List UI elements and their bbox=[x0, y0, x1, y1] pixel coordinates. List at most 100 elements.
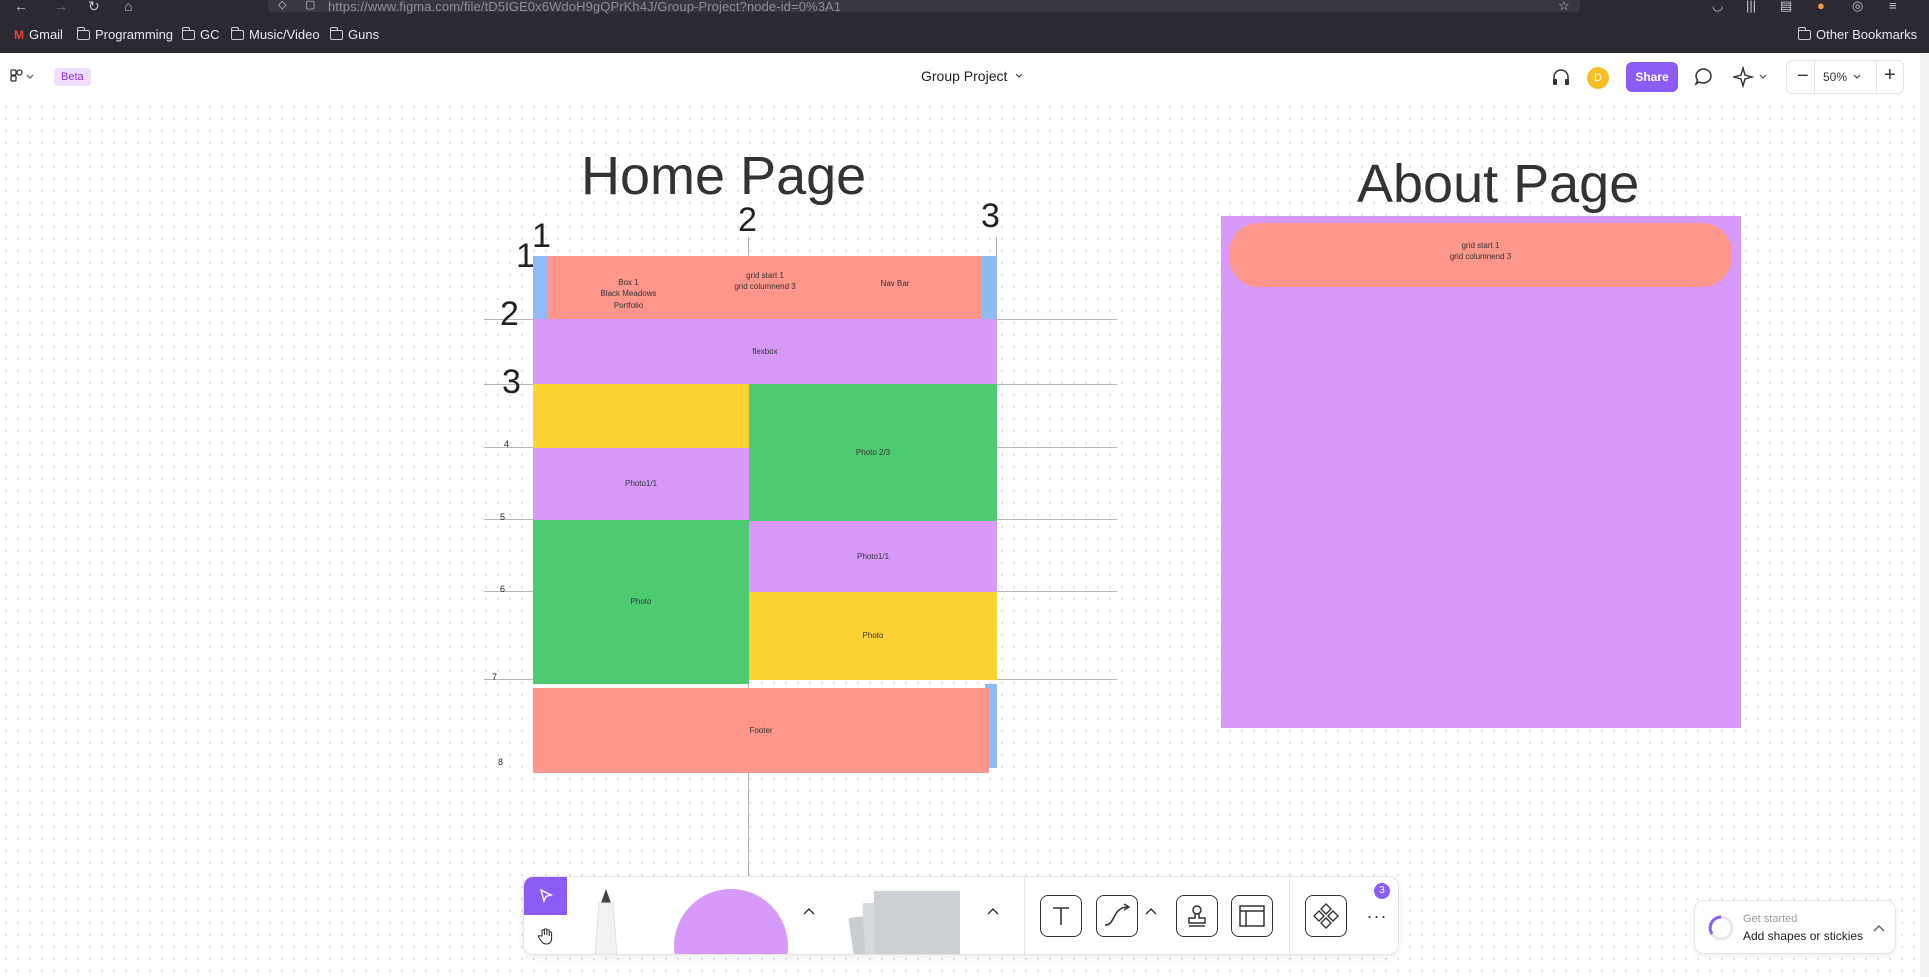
zoom-controls: − 50% + bbox=[1786, 60, 1904, 94]
star-icon[interactable]: ☆ bbox=[1558, 0, 1570, 14]
divider bbox=[1024, 877, 1025, 954]
shape-options-toggle[interactable] bbox=[801, 903, 817, 919]
zoom-in-button[interactable]: + bbox=[1884, 64, 1896, 87]
hint-subtitle: Add shapes or stickies bbox=[1743, 929, 1864, 943]
footer-cell[interactable]: Footer bbox=[533, 688, 989, 773]
hint-title: Get started bbox=[1743, 913, 1798, 925]
menu-icon[interactable]: ≡ bbox=[1889, 0, 1897, 13]
account-icon[interactable]: ◎ bbox=[1852, 0, 1863, 14]
file-title-menu[interactable]: Group Project bbox=[921, 68, 1023, 84]
grid-row-number: 4 bbox=[504, 439, 510, 449]
folder-icon bbox=[329, 26, 343, 40]
nav-bar-label[interactable]: Nav Bar bbox=[855, 277, 935, 291]
shape-tool[interactable] bbox=[674, 889, 788, 954]
photo-1-1-right-cell[interactable]: Photo1/1 bbox=[749, 521, 997, 592]
get-started-panel[interactable]: Get started Add shapes or stickies bbox=[1694, 900, 1896, 954]
grid-row-number: 7 bbox=[492, 672, 498, 682]
folder-icon bbox=[230, 26, 244, 40]
beta-badge: Beta bbox=[54, 68, 91, 86]
share-button[interactable]: Share bbox=[1626, 62, 1678, 92]
cursor-icon bbox=[539, 889, 553, 903]
bookmark-label: Programming bbox=[95, 27, 174, 42]
ai-sparkle-icon[interactable] bbox=[1733, 66, 1769, 88]
bookmark-gmail[interactable]: M Gmail bbox=[14, 27, 63, 42]
text-tool[interactable] bbox=[1040, 895, 1082, 937]
chevron-up-icon[interactable] bbox=[1873, 924, 1885, 932]
move-tool[interactable] bbox=[524, 877, 567, 915]
bookmark-other[interactable]: Other Bookmarks bbox=[1797, 26, 1917, 42]
stamp-tool[interactable] bbox=[1176, 895, 1218, 937]
extension-icon[interactable]: ● bbox=[1817, 0, 1825, 13]
hand-icon bbox=[537, 928, 552, 945]
figma-toolbar: Beta Group Project D Share − 50% + bbox=[0, 53, 1929, 101]
photo-2-3-cell[interactable]: Photo 2/3 bbox=[749, 384, 997, 521]
photo-1-1-left-cell[interactable]: Photo1/1 bbox=[533, 448, 749, 520]
comment-icon[interactable] bbox=[1694, 67, 1714, 87]
sticky-options-toggle[interactable] bbox=[985, 903, 1001, 919]
forward-icon[interactable]: → bbox=[54, 0, 68, 14]
shield-icon[interactable]: ◇ bbox=[278, 0, 286, 11]
folder-icon bbox=[181, 26, 195, 40]
more-tools-button[interactable]: ··· bbox=[1362, 901, 1392, 931]
bookmark-music-video[interactable]: Music/Video bbox=[230, 26, 320, 42]
creation-toolbar: ··· 3 bbox=[523, 876, 1399, 955]
library-icon[interactable]: ||| bbox=[1746, 0, 1756, 13]
connector-tool[interactable] bbox=[1096, 895, 1138, 937]
avatar[interactable]: D bbox=[1587, 67, 1609, 89]
figjam-canvas[interactable]: Home Page 1 2 3 1 2 3 4 5 6 7 8 Box 1 Bl… bbox=[0, 101, 1920, 977]
section-tool[interactable] bbox=[1231, 895, 1273, 937]
grid-column-number: 2 bbox=[738, 201, 757, 239]
components-tool[interactable] bbox=[1305, 895, 1347, 937]
grid-start-label[interactable]: grid start 1 grid columnend 3 bbox=[690, 268, 840, 294]
divider bbox=[1814, 61, 1815, 93]
chevron-down-icon bbox=[1015, 73, 1023, 78]
bookmarks-bar: M Gmail Programming GC Music/Video Guns … bbox=[0, 17, 1929, 53]
grid-row-number: 6 bbox=[500, 584, 506, 594]
hand-tool[interactable] bbox=[524, 917, 567, 954]
bookmark-gc[interactable]: GC bbox=[181, 26, 220, 42]
photo-left-cell[interactable]: Photo bbox=[533, 520, 749, 684]
sticky-note-icon bbox=[848, 891, 960, 954]
scrollbar[interactable] bbox=[1920, 53, 1929, 977]
photo-right-cell[interactable]: Photo bbox=[749, 592, 997, 680]
bookmark-guns[interactable]: Guns bbox=[329, 26, 379, 42]
grid-row-number: 3 bbox=[502, 363, 521, 401]
marker-icon bbox=[594, 889, 618, 954]
grid-row-number: 5 bbox=[500, 512, 506, 522]
about-page-frame[interactable] bbox=[1221, 216, 1741, 728]
figma-menu-icon[interactable] bbox=[10, 69, 36, 85]
divider bbox=[1289, 877, 1290, 954]
pocket-icon[interactable]: ◡ bbox=[1712, 0, 1723, 14]
home-page-title[interactable]: Home Page bbox=[581, 145, 866, 207]
sticky-tool[interactable] bbox=[848, 891, 960, 954]
bookmark-label: Gmail bbox=[29, 27, 63, 42]
grid-row-number: 8 bbox=[498, 757, 504, 767]
chevron-up-icon bbox=[803, 908, 815, 915]
section-icon bbox=[1239, 905, 1265, 927]
circle-shape-icon bbox=[674, 889, 788, 954]
bookmark-programming[interactable]: Programming bbox=[76, 26, 174, 42]
chevron-down-icon bbox=[1853, 74, 1861, 79]
folder-icon bbox=[76, 26, 90, 40]
headphones-icon[interactable] bbox=[1551, 68, 1571, 86]
zoom-level-dropdown[interactable]: 50% bbox=[1823, 70, 1861, 84]
marker-tool[interactable] bbox=[586, 887, 626, 954]
address-url[interactable]: https://www.figma.com/file/tD5IGE0x6WdoH… bbox=[328, 0, 841, 14]
zoom-out-button[interactable]: − bbox=[1797, 65, 1809, 88]
gmail-icon: M bbox=[14, 27, 24, 42]
about-page-title[interactable]: About Page bbox=[1357, 153, 1639, 215]
yellow-cell[interactable] bbox=[533, 384, 749, 448]
bookmark-label: GC bbox=[200, 27, 220, 42]
home-icon[interactable]: ⌂ bbox=[124, 0, 132, 14]
back-icon[interactable]: ← bbox=[14, 0, 28, 14]
reload-icon[interactable]: ↻ bbox=[88, 0, 100, 15]
box1-label[interactable]: Box 1 Black Meadows Portfolio bbox=[556, 274, 701, 314]
flexbox-cell[interactable]: flexbox bbox=[533, 319, 997, 384]
more-icon: ··· bbox=[1366, 905, 1388, 926]
about-header-cell[interactable]: grid start 1 grid columnend 3 bbox=[1229, 223, 1732, 287]
grid-row-number: 2 bbox=[500, 295, 519, 333]
sidebar-icon[interactable]: ▤ bbox=[1780, 0, 1792, 14]
chevron-up-icon bbox=[987, 908, 999, 915]
lock-icon[interactable]: ▢ bbox=[305, 0, 315, 11]
connector-options-toggle[interactable] bbox=[1143, 903, 1159, 919]
